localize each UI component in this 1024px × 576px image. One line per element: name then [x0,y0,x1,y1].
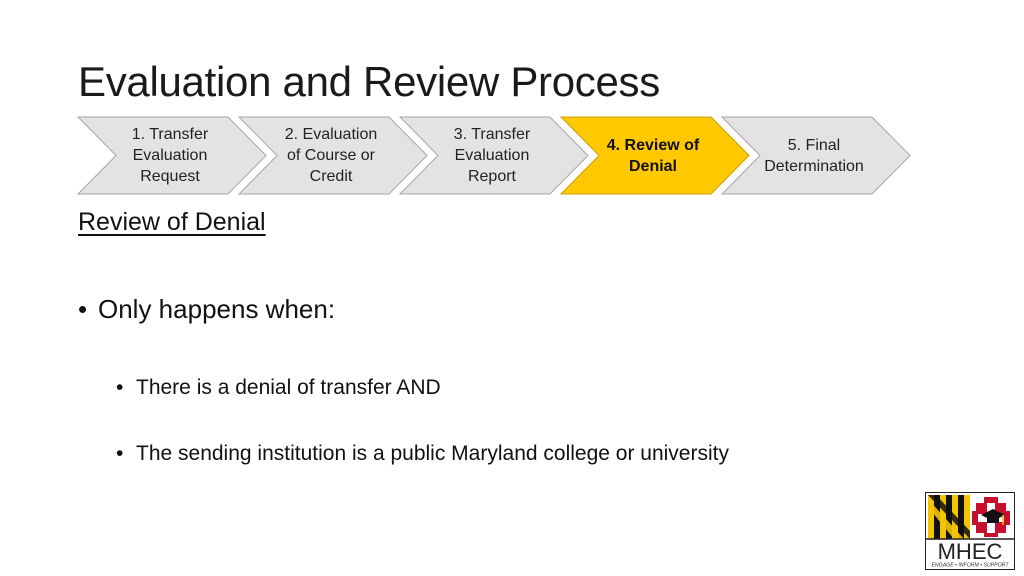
step-label-line: Credit [309,168,353,185]
process-step-1-label: 1. Transfer Evaluation Request [97,117,243,194]
step-label-line: Evaluation [454,147,530,164]
sub-bullet-text: The sending institution is a public Mary… [136,442,729,465]
sub-bullet-item: • There is a denial of transfer AND [116,376,441,400]
step-label-line: Denial [628,157,677,175]
step-label-line: 4. Review of [606,136,700,154]
maryland-flag-icon: MHEC ENGAGE • INFORM • SUPPORT [926,495,1014,569]
process-step-5-label: 5. Final Determination [741,117,887,194]
step-label-line: 1. Transfer [131,126,209,143]
step-label-line: of Course or [286,147,376,164]
step-label-line: Evaluation [132,147,208,164]
step-label-line: 2. Evaluation [284,126,378,143]
step-label-line: Report [467,168,516,185]
bullet-glyph: • [78,294,88,324]
step-label-line: Request [140,168,200,185]
step-label-line: Determination [764,157,864,175]
mhec-logo: MHEC ENGAGE • INFORM • SUPPORT [925,492,1015,570]
sub-bullet-item: • The sending institution is a public Mar… [116,442,729,466]
section-subheading: Review of Denial [78,208,266,236]
process-step-4-label: 4. Review of Denial [580,117,726,194]
sub-bullet-text: There is a denial of transfer AND [136,376,441,399]
step-label-line: 3. Transfer [453,126,531,143]
process-step-3-label: 3. Transfer Evaluation Report [419,117,565,194]
logo-text: MHEC [938,539,1003,564]
bullet-item: • Only happens when: [78,294,335,325]
bullet-glyph: • [116,442,124,465]
process-step-2-label: 2. Evaluation of Course or Credit [258,117,404,194]
bullet-glyph: • [116,376,124,399]
logo-tagline: ENGAGE • INFORM • SUPPORT [931,563,1009,569]
step-label-line: 5. Final [787,136,841,154]
bullet-text: Only happens when: [98,294,336,324]
